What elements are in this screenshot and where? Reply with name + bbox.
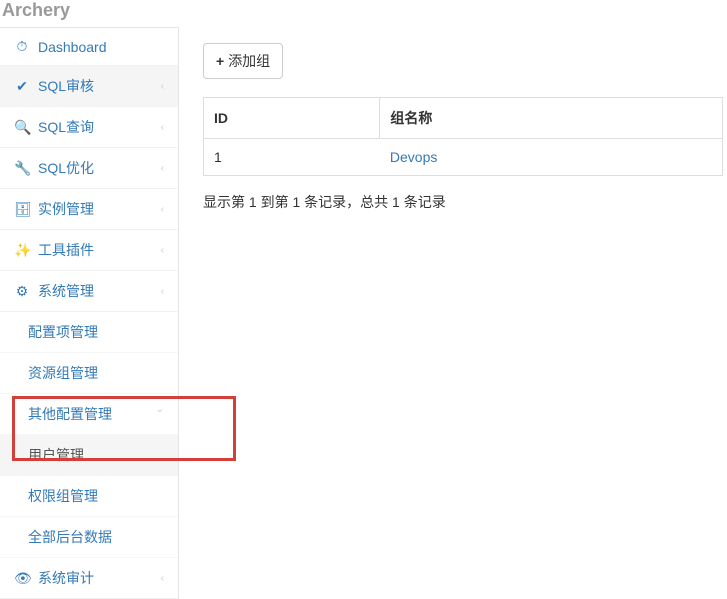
nav-sql-audit[interactable]: ✔ SQL审核 ‹ — [0, 66, 178, 107]
chevron-left-icon: ‹ — [161, 245, 164, 256]
table-row: 1 Devops — [204, 139, 723, 176]
sidebar-sub-otherconfig[interactable]: 其他配置管理 ⌄ — [0, 394, 178, 435]
sub-label: 权限组管理 — [28, 488, 98, 504]
nav-sql-query[interactable]: 🔍 SQL查询 ‹ — [0, 107, 178, 148]
nav-label: SQL查询 — [38, 117, 94, 137]
chevron-left-icon: ‹ — [161, 204, 164, 215]
nav-system[interactable]: ⚙ 系统管理 ‹ — [0, 271, 178, 312]
nav-label: 系统管理 — [38, 281, 94, 301]
sidebar: ⏱ Dashboard ✔ SQL审核 ‹ 🔍 SQL查询 ‹ 🔧 SQL优化 … — [0, 27, 179, 599]
nav-plugin[interactable]: ✨ 工具插件 ‹ — [0, 230, 178, 271]
nav-instance[interactable]: 🗄 实例管理 ‹ — [0, 189, 178, 230]
chevron-left-icon: ‹ — [161, 573, 164, 584]
nav-label: SQL审核 — [38, 76, 94, 96]
chevron-left-icon: ‹ — [161, 81, 164, 92]
app-title: Archery — [0, 0, 727, 27]
nav-systemaudit[interactable]: 👁 系统审计 ‹ — [0, 558, 178, 599]
cell-id: 1 — [204, 139, 380, 176]
sub-label: 配置项管理 — [28, 324, 98, 340]
nav-sql-optimize[interactable]: 🔧 SQL优化 ‹ — [0, 148, 178, 189]
button-label: 添加组 — [228, 51, 270, 71]
sub-label: 用户管理 — [28, 447, 84, 463]
database-icon: 🗄 — [14, 201, 30, 218]
main-content: + 添加组 ID 组名称 1 Devops — [179, 27, 727, 599]
table-header-row: ID 组名称 — [204, 98, 723, 139]
magic-icon: ✨ — [14, 242, 30, 259]
sub-label: 全部后台数据 — [28, 529, 112, 545]
plus-icon: + — [216, 53, 224, 69]
chevron-left-icon: ‹ — [161, 286, 164, 297]
search-icon: 🔍 — [14, 119, 30, 136]
chevron-left-icon: ‹ — [161, 122, 164, 133]
group-link[interactable]: Devops — [390, 149, 437, 165]
sidebar-sub-allbackend[interactable]: 全部后台数据 — [0, 517, 178, 558]
sidebar-sub-usermgmt[interactable]: 用户管理 — [0, 435, 178, 476]
eye-icon: 👁 — [14, 570, 30, 587]
add-group-button[interactable]: + 添加组 — [203, 43, 283, 79]
col-id[interactable]: ID — [204, 98, 380, 139]
wrench-icon: 🔧 — [14, 160, 30, 177]
check-icon: ✔ — [14, 78, 30, 95]
nav-label: SQL优化 — [38, 158, 94, 178]
sidebar-sub-permgroup[interactable]: 权限组管理 — [0, 476, 178, 517]
nav-label: 实例管理 — [38, 199, 94, 219]
nav-label: Dashboard — [38, 39, 107, 55]
chevron-down-icon: ⌄ — [156, 404, 164, 415]
group-table: ID 组名称 1 Devops — [203, 97, 723, 176]
cell-name: Devops — [380, 139, 723, 176]
sub-label: 其他配置管理 — [28, 406, 112, 422]
pagination-info: 显示第 1 到第 1 条记录，总共 1 条记录 — [203, 192, 727, 212]
chevron-left-icon: ‹ — [161, 163, 164, 174]
gears-icon: ⚙ — [14, 283, 30, 300]
sub-label: 资源组管理 — [28, 365, 98, 381]
dashboard-icon: ⏱ — [14, 38, 30, 55]
nav-dashboard[interactable]: ⏱ Dashboard — [0, 28, 178, 66]
sidebar-sub-resourcegroup[interactable]: 资源组管理 — [0, 353, 178, 394]
sidebar-sub-config[interactable]: 配置项管理 — [0, 312, 178, 353]
nav-label: 系统审计 — [38, 568, 94, 588]
col-name[interactable]: 组名称 — [380, 98, 723, 139]
nav-label: 工具插件 — [38, 240, 94, 260]
